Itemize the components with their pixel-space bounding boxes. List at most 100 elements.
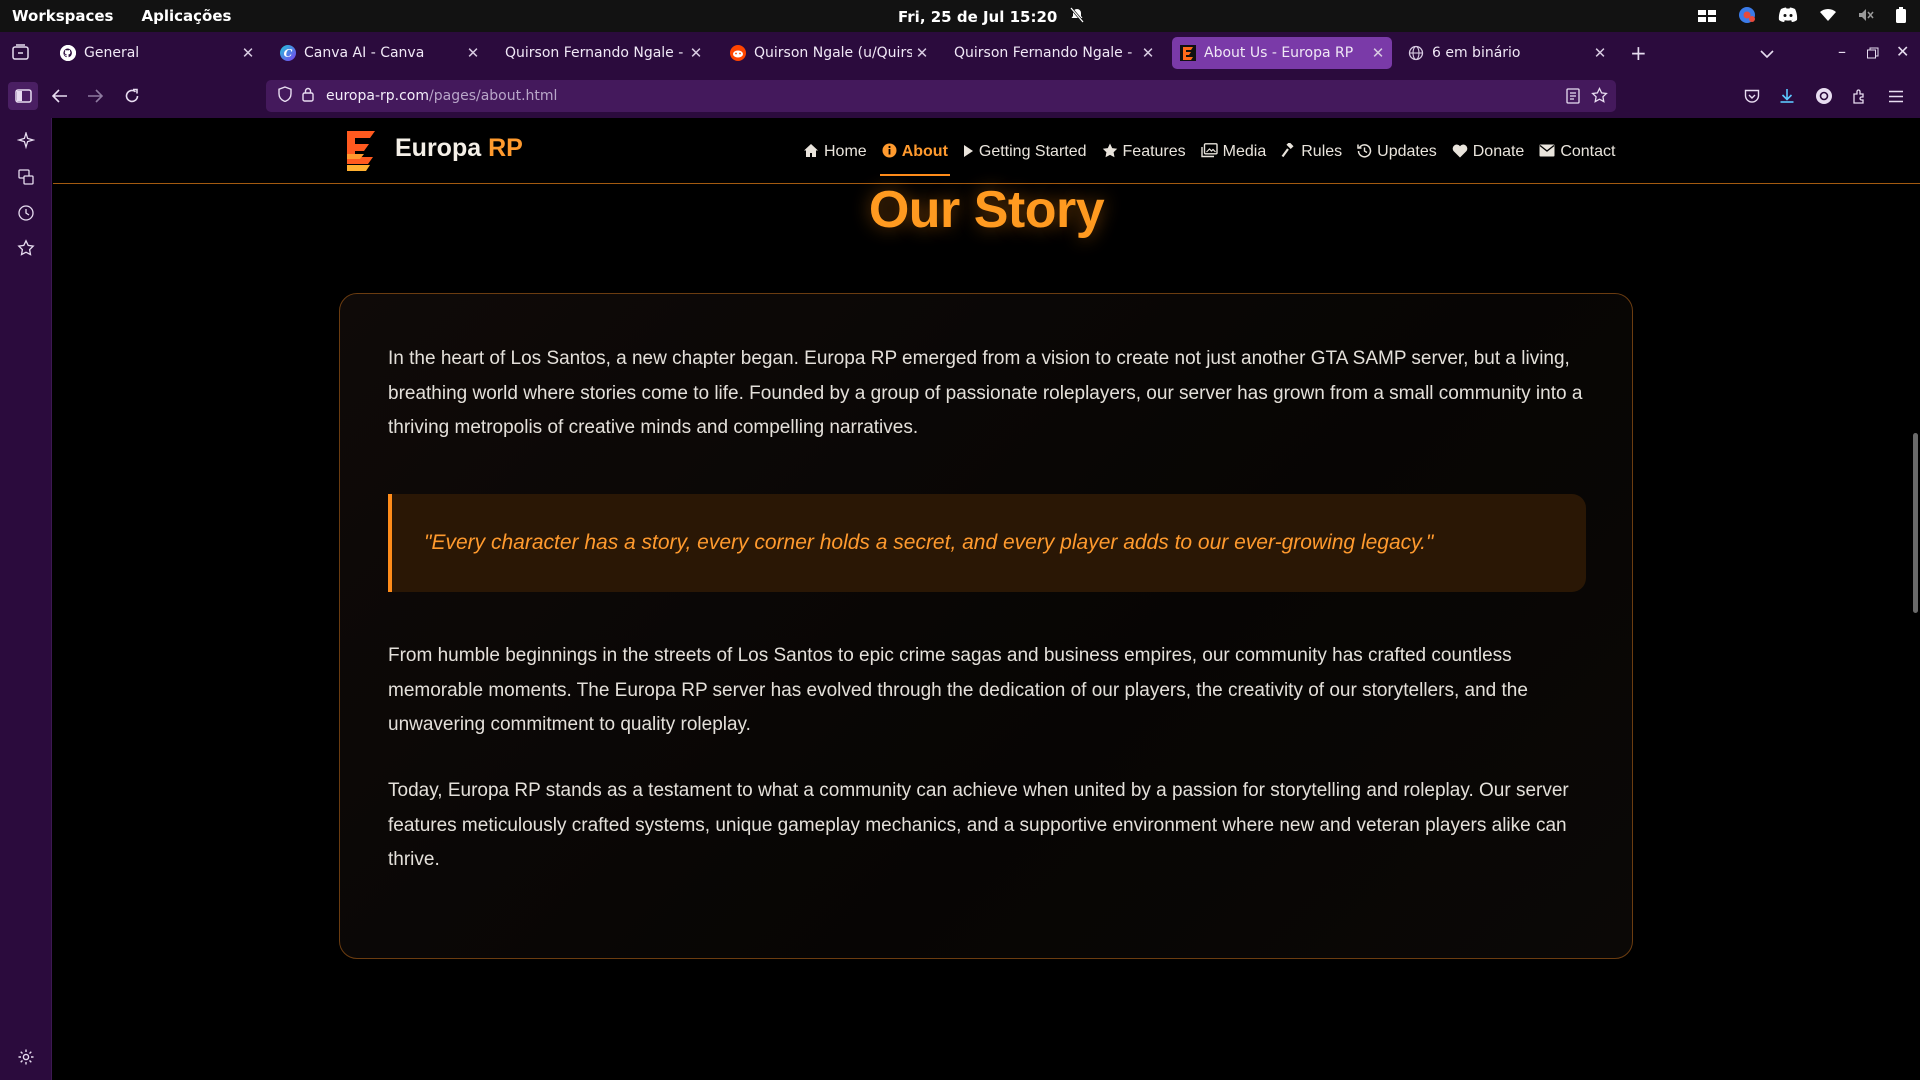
synced-tabs-icon[interactable]: [15, 166, 37, 188]
nav-rules[interactable]: Rules: [1281, 140, 1342, 164]
settings-gear-icon[interactable]: [15, 1046, 37, 1068]
images-icon: [1200, 143, 1218, 161]
volume-muted-icon[interactable]: [1858, 8, 1874, 26]
account-icon[interactable]: [1809, 82, 1839, 110]
home-icon: [803, 143, 819, 161]
nav-contact[interactable]: Contact: [1539, 140, 1615, 164]
page-scrollbar[interactable]: [1913, 433, 1918, 613]
close-icon[interactable]: ✕: [238, 44, 258, 62]
battery-icon[interactable]: [1896, 7, 1906, 27]
reader-view-icon[interactable]: [1566, 88, 1580, 108]
browser-tab-strip: General ✕ C Canva AI - Canva ✕ Quirson F…: [0, 32, 1920, 74]
system-top-bar: Workspaces Aplicações Fri, 25 de Jul 15:…: [0, 0, 1920, 32]
applications-button[interactable]: Aplicações: [141, 7, 231, 25]
tab-title: Quirson Fernando Ngale - Full S: [505, 45, 686, 61]
tab-title: Quirson Fernando Ngale - Dese: [954, 45, 1138, 61]
tab-canva[interactable]: C Canva AI - Canva ✕: [272, 37, 487, 69]
tab-general[interactable]: General ✕: [52, 37, 262, 69]
europa-icon: [1180, 45, 1196, 61]
site-brand[interactable]: Europa RP: [395, 134, 523, 163]
window-close-icon[interactable]: ✕: [1896, 42, 1909, 61]
tab-title: 6 em binário: [1432, 45, 1521, 61]
nav-getting-started[interactable]: Getting Started: [963, 140, 1087, 164]
reload-button[interactable]: [117, 82, 147, 110]
tab-title: Canva AI - Canva: [304, 45, 425, 61]
sidebar-toggle-button[interactable]: [8, 82, 38, 110]
menu-icon[interactable]: [1881, 82, 1911, 110]
tab-title: About Us - Europa RP: [1204, 45, 1354, 61]
tab-about-europa[interactable]: About Us - Europa RP ✕: [1172, 37, 1392, 69]
bookmarks-star-icon[interactable]: [15, 237, 37, 259]
close-icon[interactable]: ✕: [686, 44, 706, 62]
chevron-down-icon[interactable]: [1760, 44, 1774, 63]
close-icon[interactable]: ✕: [463, 44, 483, 62]
history-icon: [1357, 143, 1372, 161]
url-host: europa-rp.com: [326, 88, 430, 104]
nav-label: Getting Started: [978, 143, 1087, 160]
downloads-icon[interactable]: [1772, 82, 1802, 110]
github-icon: [60, 45, 76, 61]
forward-button[interactable]: [80, 82, 110, 110]
minimize-icon[interactable]: –: [1838, 42, 1846, 61]
nav-label: About: [901, 143, 948, 160]
story-card: In the heart of Los Santos, a new chapte…: [339, 293, 1633, 959]
gavel-icon: [1281, 141, 1296, 161]
bookmark-star-icon[interactable]: [1591, 86, 1608, 108]
tab-title: Quirson Ngale (u/Quirson_I: [754, 45, 912, 61]
story-paragraph-3: Today, Europa RP stands as a testament t…: [388, 780, 1569, 870]
restore-icon[interactable]: [1867, 44, 1879, 63]
tab-quirson-full[interactable]: Quirson Fernando Ngale - Full S ✕: [497, 37, 710, 69]
clock[interactable]: Fri, 25 de Jul 15:20: [898, 7, 1085, 27]
site-header: Europa RP Home About Getting Started Fea…: [53, 118, 1920, 184]
tab-quirson-dev[interactable]: Quirson Fernando Ngale - Dese ✕: [946, 37, 1162, 69]
story-paragraph-2: From humble beginnings in the streets of…: [388, 645, 1528, 735]
europa-logo-icon[interactable]: [345, 130, 379, 172]
nav-updates[interactable]: Updates: [1357, 140, 1437, 164]
close-icon[interactable]: ✕: [912, 44, 932, 62]
nav-label: Features: [1122, 143, 1186, 160]
lock-icon[interactable]: [302, 87, 314, 106]
tab-title: General: [84, 45, 140, 61]
close-icon[interactable]: ✕: [1590, 44, 1610, 62]
extensions-icon[interactable]: [1845, 82, 1875, 110]
nav-label: Donate: [1472, 143, 1525, 160]
nav-media[interactable]: Media: [1200, 140, 1267, 164]
nav-donate[interactable]: Donate: [1452, 140, 1525, 164]
nav-home[interactable]: Home: [803, 140, 867, 164]
tab-overview-icon[interactable]: [12, 44, 29, 64]
envelope-icon: [1539, 144, 1555, 160]
close-icon[interactable]: ✕: [1368, 44, 1388, 62]
pocket-icon[interactable]: [1737, 82, 1767, 110]
globe-icon: [1408, 45, 1424, 61]
workspaces-button[interactable]: Workspaces: [12, 7, 113, 25]
wifi-icon[interactable]: [1820, 8, 1836, 26]
brand-name: Europa: [395, 134, 482, 162]
notifications-muted-icon: [1069, 7, 1085, 27]
close-icon[interactable]: ✕: [1138, 44, 1158, 62]
star-icon: [1102, 143, 1118, 161]
browser-nav-bar: europa-rp.com/pages/about.html: [0, 74, 1920, 118]
nav-features[interactable]: Features: [1102, 140, 1186, 164]
discord-tray-icon[interactable]: [1778, 7, 1798, 27]
nav-label: Home: [824, 143, 867, 160]
back-button[interactable]: [45, 82, 75, 110]
reddit-icon: [730, 45, 746, 61]
canva-icon: C: [280, 45, 296, 61]
nav-about[interactable]: About: [879, 140, 951, 176]
history-icon[interactable]: [15, 202, 37, 224]
workspace-grid-icon[interactable]: [1698, 8, 1716, 26]
tab-reddit[interactable]: Quirson Ngale (u/Quirson_I ✕: [722, 37, 936, 69]
story-paragraph-1: In the heart of Los Santos, a new chapte…: [388, 348, 1583, 438]
web-page: Europa RP Home About Getting Started Fea…: [53, 118, 1920, 1080]
story-quote: "Every character has a story, every corn…: [388, 494, 1586, 592]
url-path: /pages/about.html: [429, 88, 558, 104]
tab-binario[interactable]: 6 em binário ✕: [1400, 37, 1614, 69]
chrome-tray-icon[interactable]: [1738, 6, 1756, 28]
nav-label: Media: [1222, 143, 1267, 160]
clock-text: Fri, 25 de Jul 15:20: [898, 8, 1058, 26]
shield-icon[interactable]: [278, 86, 292, 106]
ai-sparkle-icon[interactable]: [15, 130, 37, 152]
url-bar[interactable]: europa-rp.com/pages/about.html: [266, 80, 1616, 112]
new-tab-icon[interactable]: +: [1630, 41, 1647, 65]
nav-label: Updates: [1377, 143, 1437, 160]
